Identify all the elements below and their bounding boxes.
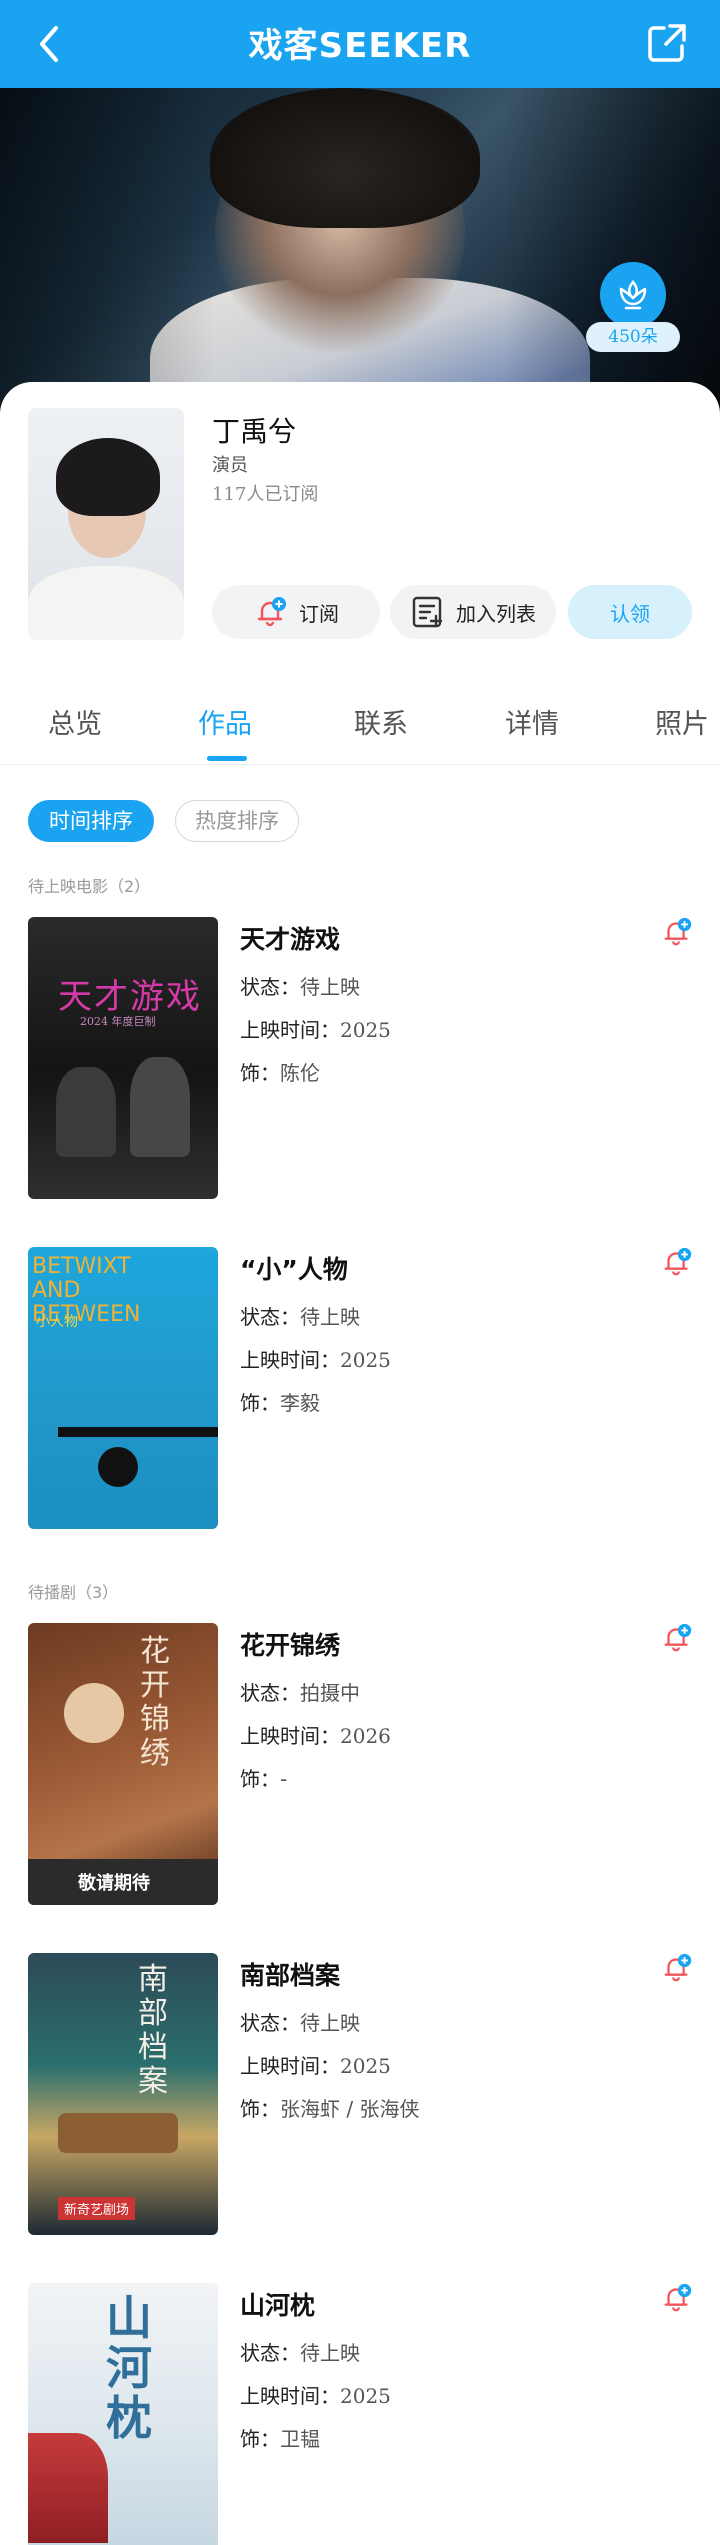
person-name: 丁禹兮 — [212, 415, 297, 448]
work-status: 状态：待上映 — [240, 975, 360, 999]
bell-add-icon[interactable] — [660, 1621, 694, 1655]
hero-vignette — [0, 88, 720, 418]
work-title[interactable]: 花开锦绣 — [240, 1626, 340, 1662]
poster-figure — [56, 1067, 116, 1157]
poster-subtitle-text: 2024 年度巨制 — [80, 1015, 156, 1028]
poster-title-text: 花开锦绣 — [140, 1634, 170, 1771]
tab-works[interactable]: 作品 — [198, 702, 252, 741]
send-flower-button[interactable] — [600, 262, 666, 328]
work-status: 状态：待上映 — [240, 2011, 360, 2035]
tab-contact[interactable]: 联系 — [354, 702, 408, 741]
work-title[interactable]: 南部档案 — [240, 1956, 340, 1992]
work-character: 饰：陈伦 — [240, 1061, 320, 1085]
poster-subtitle-text: 新奇艺剧场 — [58, 2197, 136, 2220]
work-title[interactable]: “小”人物 — [240, 1250, 348, 1286]
poster-graphic — [98, 1447, 138, 1487]
bell-add-icon[interactable] — [660, 1951, 694, 1985]
bell-add-icon[interactable] — [660, 915, 694, 949]
share-icon[interactable] — [644, 20, 690, 66]
poster-graphic — [58, 1427, 218, 1437]
work-release: 上映时间：2025 — [240, 2054, 391, 2078]
work-status: 状态：待上映 — [240, 2341, 360, 2365]
flower-icon — [619, 280, 647, 310]
hero-banner — [0, 88, 720, 418]
tab-divider — [0, 764, 720, 765]
poster-graphic — [58, 2113, 178, 2153]
app-title: 戏客SEEKER — [248, 26, 472, 66]
tab-photos[interactable]: 照片 — [655, 702, 709, 741]
poster-subtitle-text: 敬请期待 — [78, 1873, 150, 1894]
work-character: 饰：卫韫 — [240, 2427, 320, 2451]
avatar-hair — [56, 438, 160, 516]
tab-overview[interactable]: 总览 — [48, 702, 102, 741]
work-title[interactable]: 天才游戏 — [240, 920, 340, 956]
work-poster[interactable]: 山河枕 — [28, 2283, 218, 2545]
claim-button[interactable]: 认领 — [568, 585, 692, 639]
work-poster[interactable]: 南部档案 新奇艺剧场 — [28, 1953, 218, 2235]
bell-add-icon — [257, 597, 286, 627]
work-title[interactable]: 山河枕 — [240, 2286, 315, 2322]
bell-add-icon[interactable] — [660, 1245, 694, 1279]
subscribe-button[interactable]: 订阅 — [212, 585, 380, 639]
poster-title-text: 天才游戏 — [58, 977, 202, 1017]
work-character: 饰：张海虾 / 张海侠 — [240, 2097, 420, 2121]
work-release: 上映时间：2025 — [240, 1018, 391, 1042]
person-role: 演员 — [212, 455, 248, 476]
poster-graphic — [28, 2433, 108, 2543]
add-to-list-button[interactable]: 加入列表 — [390, 585, 556, 639]
poster-title-text: 南部档案 — [138, 1962, 168, 2099]
top-bar: 戏客SEEKER — [0, 0, 720, 88]
work-release: 上映时间：2025 — [240, 1348, 391, 1372]
add-to-list-label: 加入列表 — [456, 601, 536, 626]
flower-count: 450朵 — [586, 322, 680, 352]
work-release: 上映时间：2025 — [240, 2384, 391, 2408]
work-status: 状态：拍摄中 — [240, 1681, 360, 1705]
work-poster[interactable]: BETWIXT AND BETWEEN 小人物 — [28, 1247, 218, 1529]
claim-label: 认领 — [610, 601, 650, 626]
section-heading: 待上映电影（2） — [28, 877, 151, 896]
list-add-icon — [412, 596, 443, 628]
poster-figure — [130, 1057, 190, 1157]
subscriber-count: 117人已订阅 — [212, 484, 319, 505]
subscribe-label: 订阅 — [299, 601, 339, 626]
avatar-shirt — [28, 566, 184, 640]
sort-by-time-button[interactable]: 时间排序 — [28, 800, 154, 842]
work-release: 上映时间：2026 — [240, 1724, 391, 1748]
poster-graphic — [64, 1683, 124, 1743]
poster-title-text: 山河枕 — [106, 2291, 152, 2445]
work-poster[interactable]: 花开锦绣 敬请期待 — [28, 1623, 218, 1905]
bell-add-icon[interactable] — [660, 2281, 694, 2315]
work-status: 状态：待上映 — [240, 1305, 360, 1329]
sort-by-popularity-button[interactable]: 热度排序 — [175, 800, 299, 842]
active-tab-indicator — [207, 756, 247, 761]
tab-bar: 总览 作品 联系 详情 照片 — [0, 690, 720, 764]
work-poster[interactable]: 天才游戏 2024 年度巨制 — [28, 917, 218, 1199]
section-heading: 待播剧（3） — [28, 1583, 119, 1602]
tab-details[interactable]: 详情 — [505, 702, 559, 741]
avatar — [28, 408, 184, 640]
poster-subtitle-text: 小人物 — [36, 1314, 78, 1330]
work-character: 饰：- — [240, 1767, 288, 1791]
work-character: 饰：李毅 — [240, 1391, 320, 1415]
